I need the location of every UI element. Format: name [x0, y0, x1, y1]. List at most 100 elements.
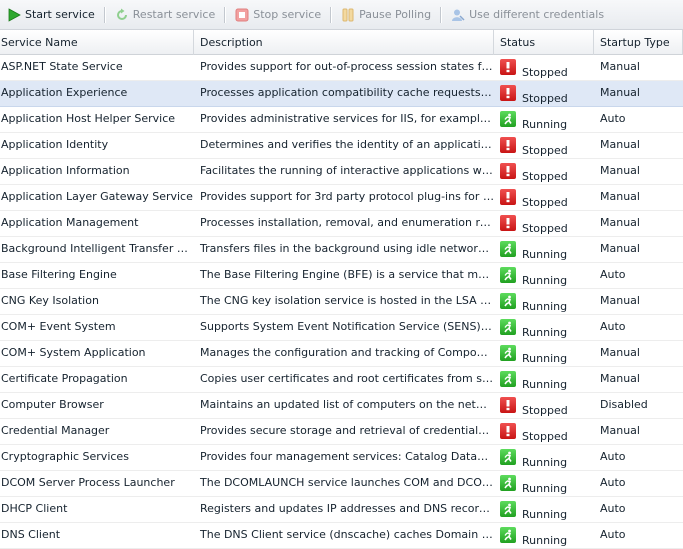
description-cell: Provides secure storage and retrieval of… [200, 424, 494, 437]
table-row[interactable]: Computer Browser Maintains an updated lis… [0, 393, 683, 419]
grid-header: Service Name Description Status Startup … [0, 30, 683, 55]
status-cell: Stopped [494, 81, 594, 106]
running-status-icon [500, 475, 516, 491]
column-header-service-name[interactable]: Service Name [0, 30, 194, 55]
table-row[interactable]: DHCP Client Registers and updates IP addr… [0, 497, 683, 523]
credentials-icon [450, 7, 466, 23]
table-row[interactable]: Cryptographic Services Provides four mana… [0, 445, 683, 471]
service-name-cell: Base Filtering Engine [1, 268, 117, 281]
status-text: Running [522, 508, 568, 521]
description-cell: Transfers files in the background using … [200, 242, 494, 255]
status-text: Running [522, 534, 568, 547]
table-row[interactable]: DNS Client The DNS Client service (dnscac… [0, 523, 683, 549]
table-row[interactable]: Application Host Helper Service Provides … [0, 107, 683, 133]
table-row[interactable]: Application Identity Determines and verif… [0, 133, 683, 159]
status-text: Running [522, 456, 568, 469]
table-row[interactable]: ASP.NET State Service Provides support fo… [0, 55, 683, 81]
stopped-status-icon [500, 163, 516, 179]
status-text: Stopped [522, 430, 568, 443]
service-name-cell: Computer Browser [1, 398, 104, 411]
description-cell: The DNS Client service (dnscache) caches… [200, 528, 494, 541]
stopped-status-icon [500, 423, 516, 439]
startup-type-cell: Manual [600, 60, 640, 73]
status-cell: Running [494, 497, 594, 522]
restart-icon [114, 7, 130, 23]
toolbar-separator [330, 6, 332, 23]
description-cell: Supports System Event Notification Servi… [200, 320, 494, 333]
description-cell: Provides support for out-of-process sess… [200, 60, 494, 73]
table-row[interactable]: Certificate Propagation Copies user certi… [0, 367, 683, 393]
column-header-description[interactable]: Description [194, 30, 494, 55]
column-header-status[interactable]: Status [494, 30, 594, 55]
table-row[interactable]: CNG Key Isolation The CNG key isolation s… [0, 289, 683, 315]
status-text: Stopped [522, 66, 568, 79]
startup-type-cell: Auto [600, 268, 626, 281]
service-name-cell: Application Host Helper Service [1, 112, 176, 125]
status-text: Stopped [522, 196, 568, 209]
startup-type-cell: Manual [600, 294, 640, 307]
startup-type-cell: Manual [600, 86, 640, 99]
status-cell: Running [494, 445, 594, 470]
stop-service-button[interactable]: Stop service [230, 4, 325, 26]
service-name-cell: Application Experience [1, 86, 128, 99]
status-cell: Stopped [494, 55, 594, 80]
description-cell: Processes installation, removal, and enu… [200, 216, 494, 229]
stopped-status-icon [500, 397, 516, 413]
start-service-button[interactable]: Start service [2, 4, 99, 26]
service-name-cell: Application Identity [1, 138, 109, 151]
stop-icon [234, 7, 250, 23]
table-row[interactable]: Application Experience Processes applicat… [0, 81, 683, 107]
description-cell: Facilitates the running of interactive a… [200, 164, 494, 177]
status-text: Running [522, 248, 568, 261]
pause-polling-button[interactable]: Pause Polling [336, 4, 435, 26]
startup-type-cell: Auto [600, 320, 626, 333]
table-row[interactable]: COM+ Event System Supports System Event N… [0, 315, 683, 341]
restart-service-button[interactable]: Restart service [110, 4, 219, 26]
startup-type-cell: Manual [600, 372, 640, 385]
status-text: Stopped [522, 404, 568, 417]
status-text: Stopped [522, 144, 568, 157]
service-name-cell: Cryptographic Services [1, 450, 129, 463]
running-status-icon [500, 267, 516, 283]
pause-icon [340, 7, 356, 23]
startup-type-cell: Auto [600, 476, 626, 489]
column-header-startup-type[interactable]: Startup Type [594, 30, 683, 55]
use-different-credentials-label: Use different credentials [469, 8, 605, 21]
status-text: Running [522, 300, 568, 313]
status-cell: Running [494, 107, 594, 132]
service-name-cell: COM+ Event System [1, 320, 116, 333]
description-cell: Processes application compatibility cach… [200, 86, 494, 99]
use-different-credentials-button[interactable]: Use different credentials [446, 4, 608, 26]
startup-type-cell: Manual [600, 138, 640, 151]
table-row[interactable]: Application Management Processes installa… [0, 211, 683, 237]
startup-type-cell: Manual [600, 424, 640, 437]
status-cell: Stopped [494, 393, 594, 418]
restart-service-label: Restart service [132, 8, 216, 21]
description-cell: The Base Filtering Engine (BFE) is a ser… [200, 268, 494, 281]
startup-type-cell: Auto [600, 112, 626, 125]
stopped-status-icon [500, 137, 516, 153]
table-row[interactable]: Base Filtering Engine The Base Filtering … [0, 263, 683, 289]
grid-body: ASP.NET State Service Provides support fo… [0, 55, 683, 549]
running-status-icon [500, 111, 516, 127]
stopped-status-icon [500, 189, 516, 205]
status-cell: Running [494, 341, 594, 366]
stopped-status-icon [500, 85, 516, 101]
description-cell: Provides support for 3rd party protocol … [200, 190, 494, 203]
start-service-label: Start service [25, 8, 95, 21]
table-row[interactable]: COM+ System Application Manages the confi… [0, 341, 683, 367]
table-row[interactable]: Credential Manager Provides secure storag… [0, 419, 683, 445]
service-name-cell: DNS Client [1, 528, 61, 541]
status-text: Stopped [522, 222, 568, 235]
play-icon [6, 7, 22, 23]
table-row[interactable]: Background Intelligent Transfer Servi...… [0, 237, 683, 263]
table-row[interactable]: Application Layer Gateway Service Provide… [0, 185, 683, 211]
table-row[interactable]: DCOM Server Process Launcher The DCOMLAUN… [0, 471, 683, 497]
table-row[interactable]: Application Information Facilitates the r… [0, 159, 683, 185]
startup-type-cell: Manual [600, 216, 640, 229]
startup-type-cell: Auto [600, 450, 626, 463]
description-cell: The CNG key isolation service is hosted … [200, 294, 494, 307]
status-cell: Running [494, 471, 594, 496]
startup-type-cell: Manual [600, 164, 640, 177]
service-name-cell: DHCP Client [1, 502, 68, 515]
